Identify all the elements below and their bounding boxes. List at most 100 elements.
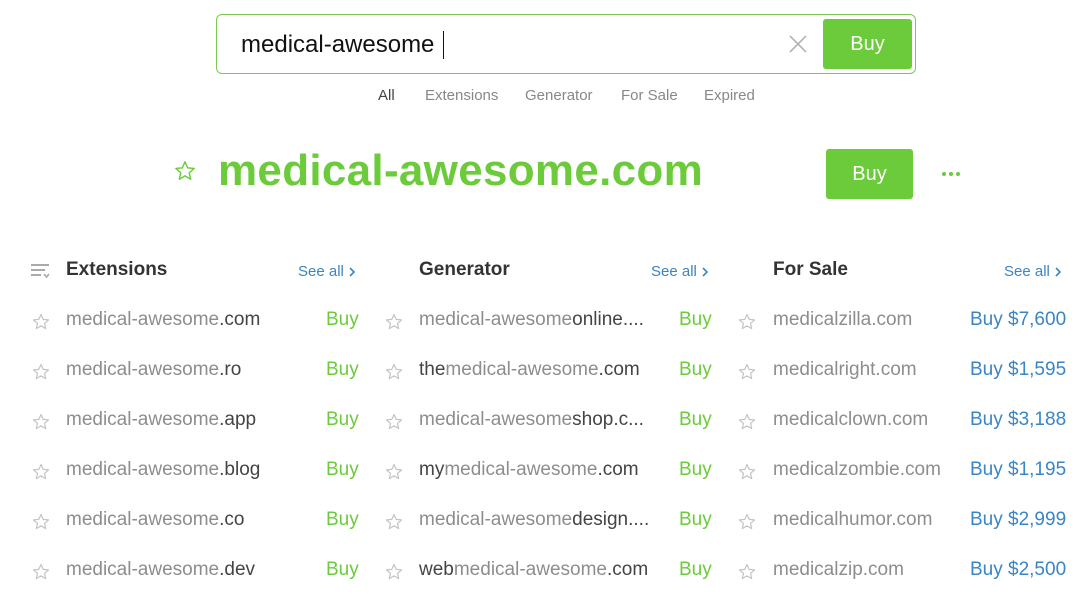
chevron-right-icon: [702, 267, 709, 277]
domain-suffix: .ro: [219, 359, 242, 380]
star-outline-icon[interactable]: [32, 463, 50, 481]
domain-base: medical-awesome: [66, 559, 220, 580]
domain-link[interactable]: medical-awesome.blog: [66, 459, 304, 481]
domain-suffix: .com: [597, 459, 639, 480]
more-dots-icon[interactable]: [940, 164, 962, 184]
star-outline-icon[interactable]: [738, 413, 756, 431]
star-outline-icon[interactable]: [385, 363, 403, 381]
domain-link[interactable]: medicalzombie.com: [773, 459, 968, 481]
list-item: medical-awesome.blog Buy: [30, 459, 370, 489]
star-outline-icon[interactable]: [32, 313, 50, 331]
domain-link[interactable]: medicalright.com: [773, 359, 968, 381]
buy-link[interactable]: Buy: [679, 409, 712, 431]
list-item: medicalhumor.com Buy $2,999: [736, 509, 1076, 539]
for-sale-column: For Sale See all medicalzilla.com Buy $7,…: [736, 256, 1076, 596]
buy-link[interactable]: Buy: [326, 509, 359, 531]
domain-base: medical-awesome: [66, 459, 220, 480]
buy-link[interactable]: Buy: [679, 359, 712, 381]
chevron-right-icon: [349, 267, 356, 277]
buy-price-link[interactable]: Buy $7,600: [970, 309, 1066, 331]
domain-base: medical-awesome: [66, 409, 220, 430]
star-outline-icon[interactable]: [385, 563, 403, 581]
domain-link[interactable]: webmedical-awesome.com: [419, 559, 657, 581]
domain-link[interactable]: medical-awesomeonline....: [419, 309, 657, 331]
star-outline-icon[interactable]: [32, 563, 50, 581]
buy-link[interactable]: Buy: [326, 559, 359, 581]
domain-link[interactable]: medicalzilla.com: [773, 309, 968, 331]
star-outline-icon[interactable]: [174, 160, 196, 182]
tab-all[interactable]: All: [378, 87, 395, 104]
domain-suffix: .dev: [219, 559, 256, 580]
tab-generator[interactable]: Generator: [525, 87, 593, 104]
star-outline-icon[interactable]: [32, 513, 50, 531]
domain-base: medical-awesome: [419, 509, 573, 530]
star-outline-icon[interactable]: [738, 513, 756, 531]
buy-price-link[interactable]: Buy $1,195: [970, 459, 1066, 481]
search-buy-button[interactable]: Buy: [823, 19, 912, 69]
buy-link[interactable]: Buy: [679, 309, 712, 331]
domain-suffix: .com: [219, 309, 261, 330]
domain-link[interactable]: medical-awesome.app: [66, 409, 304, 431]
star-outline-icon[interactable]: [385, 413, 403, 431]
buy-price-link[interactable]: Buy $3,188: [970, 409, 1066, 431]
buy-link[interactable]: Buy: [326, 459, 359, 481]
domain-link[interactable]: medical-awesome.ro: [66, 359, 304, 381]
buy-price-link[interactable]: Buy $2,500: [970, 559, 1066, 581]
star-outline-icon[interactable]: [32, 413, 50, 431]
star-outline-icon[interactable]: [738, 463, 756, 481]
buy-price-link[interactable]: Buy $1,595: [970, 359, 1066, 381]
for-sale-see-all[interactable]: See all: [1004, 263, 1062, 280]
domain-link[interactable]: medicalhumor.com: [773, 509, 968, 531]
list-item: mymedical-awesome.com Buy: [383, 459, 723, 489]
star-outline-icon[interactable]: [738, 313, 756, 331]
star-outline-icon[interactable]: [385, 313, 403, 331]
buy-link[interactable]: Buy: [679, 459, 712, 481]
domain-link[interactable]: mymedical-awesome.com: [419, 459, 657, 481]
search-input[interactable]: [241, 27, 761, 63]
filter-icon[interactable]: [30, 261, 50, 281]
list-item: medical-awesome.com Buy: [30, 309, 370, 339]
tab-for-sale[interactable]: For Sale: [621, 87, 678, 104]
buy-link[interactable]: Buy: [326, 359, 359, 381]
filter-tabs: All Extensions Generator For Sale Expire…: [0, 87, 1078, 107]
domain-link[interactable]: medical-awesomedesign....: [419, 509, 657, 531]
domain-link[interactable]: medicalzip.com: [773, 559, 968, 581]
domain-suffix: shop.c...: [572, 409, 644, 430]
extensions-see-all[interactable]: See all: [298, 263, 356, 280]
buy-link[interactable]: Buy: [679, 559, 712, 581]
for-sale-header: For Sale See all: [736, 256, 1076, 286]
extensions-column: Extensions See all medical-awesome.com Bu…: [30, 256, 370, 596]
search-box: Buy: [216, 14, 916, 74]
domain-link[interactable]: medical-awesome.dev: [66, 559, 304, 581]
close-icon[interactable]: [787, 33, 809, 55]
domain-link[interactable]: medicalclown.com: [773, 409, 968, 431]
star-outline-icon[interactable]: [738, 563, 756, 581]
domain-suffix: .app: [219, 409, 257, 430]
list-item: medicalclown.com Buy $3,188: [736, 409, 1076, 439]
star-outline-icon[interactable]: [738, 363, 756, 381]
tab-extensions[interactable]: Extensions: [425, 87, 498, 104]
domain-base: medical-awesome: [419, 309, 573, 330]
text-caret: [443, 31, 444, 59]
hero-domain: medical-awesome.com: [218, 146, 704, 195]
chevron-right-icon: [1055, 267, 1062, 277]
domain-link[interactable]: medical-awesomeshop.c...: [419, 409, 657, 431]
buy-link[interactable]: Buy: [326, 409, 359, 431]
buy-link[interactable]: Buy: [679, 509, 712, 531]
star-outline-icon[interactable]: [385, 463, 403, 481]
domain-link[interactable]: medical-awesome.com: [66, 309, 304, 331]
hero-buy-button[interactable]: Buy: [826, 149, 913, 199]
buy-price-link[interactable]: Buy $2,999: [970, 509, 1066, 531]
star-outline-icon[interactable]: [385, 513, 403, 531]
list-item: medical-awesome.app Buy: [30, 409, 370, 439]
domain-prefix: my: [419, 459, 445, 480]
buy-link[interactable]: Buy: [326, 309, 359, 331]
generator-see-all[interactable]: See all: [651, 263, 709, 280]
tab-expired[interactable]: Expired: [704, 87, 755, 104]
domain-suffix: .blog: [219, 459, 261, 480]
domain-link[interactable]: themedical-awesome.com: [419, 359, 657, 381]
list-item: medical-awesome.dev Buy: [30, 559, 370, 589]
star-outline-icon[interactable]: [32, 363, 50, 381]
domain-link[interactable]: medical-awesome.co: [66, 509, 304, 531]
domain-suffix: .com: [606, 559, 649, 580]
